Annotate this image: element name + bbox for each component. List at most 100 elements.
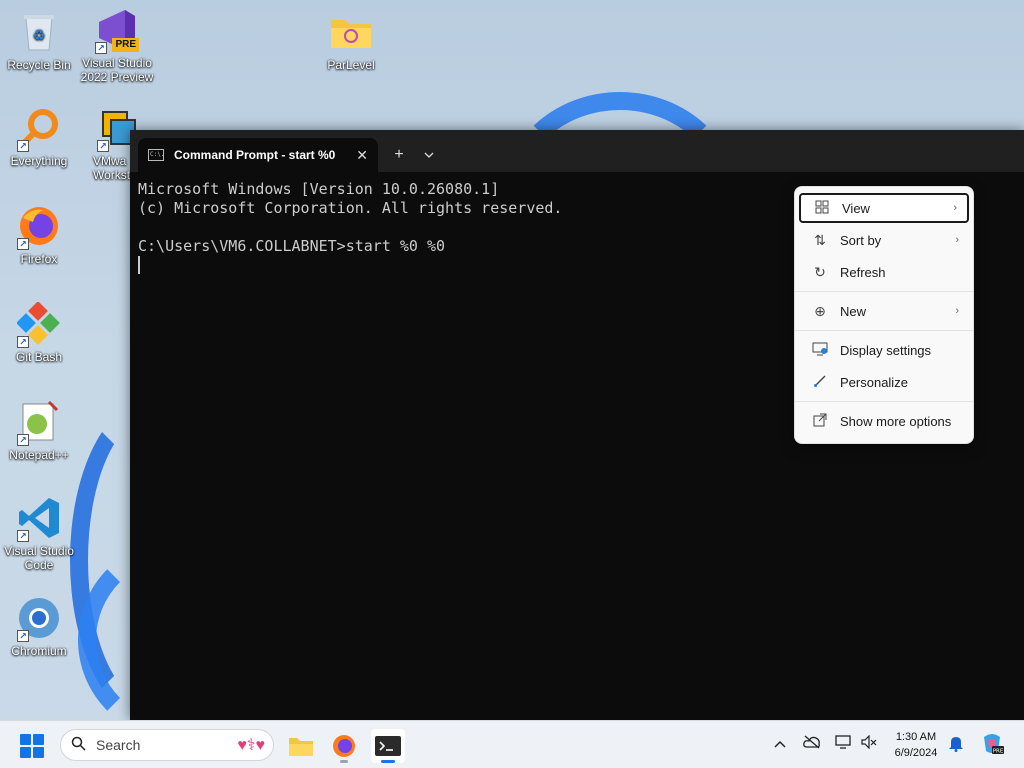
tab-dropdown-button[interactable] (414, 138, 444, 172)
visual-studio-icon: PRE ↗ (95, 8, 139, 54)
plus-circle-icon: ⊕ (814, 302, 826, 319)
open-external-icon (811, 413, 829, 430)
taskbar-file-explorer[interactable] (284, 729, 318, 763)
shortcut-arrow-icon: ↗ (17, 140, 29, 152)
tab-title: Command Prompt - start %0 (174, 148, 336, 162)
menu-item-personalize[interactable]: Personalize (799, 367, 969, 397)
search-icon (71, 736, 86, 755)
chevron-right-icon: › (955, 305, 959, 317)
git-bash-icon: ↗ (17, 302, 61, 348)
svg-text:♻: ♻ (33, 27, 46, 43)
desktop-icon-recycle-bin[interactable]: ♻ Recycle Bin (1, 10, 77, 72)
terminal-titlebar[interactable]: C:\. Command Prompt - start %0 ✕ + (130, 130, 1024, 172)
chevron-right-icon: › (953, 202, 957, 214)
menu-separator (795, 330, 973, 331)
close-tab-icon[interactable]: ✕ (356, 147, 368, 164)
desktop-icon-visual-studio-2022-preview[interactable]: PRE ↗ Visual Studio 2022 Preview (79, 8, 155, 84)
windows-logo-icon (20, 734, 31, 745)
copilot-icon[interactable]: PRE (980, 731, 1004, 758)
menu-item-label: Display settings (840, 342, 932, 358)
grid-icon (813, 200, 831, 217)
chevron-up-icon[interactable] (774, 735, 786, 751)
clock-date: 6/9/2024 (894, 747, 938, 759)
menu-item-label: Personalize (840, 374, 908, 390)
menu-item-refresh[interactable]: ↻ Refresh (799, 257, 969, 287)
recycle-bin-icon: ♻ (17, 10, 61, 54)
taskbar-clock[interactable]: 1:30 AM 6/9/2024 (884, 729, 948, 761)
desktop-icon-label: Everything (10, 154, 68, 168)
desktop-icon-visual-studio-code[interactable]: ↗ Visual Studio Code (1, 496, 77, 572)
menu-item-label: Refresh (840, 264, 886, 280)
desktop-icon-everything[interactable]: ↗ Everything (1, 106, 77, 168)
desktop-icon-parlevel[interactable]: ParLevel (313, 10, 389, 72)
menu-item-label: Show more options (840, 413, 952, 429)
taskbar-terminal[interactable] (371, 729, 405, 763)
running-indicator (381, 760, 395, 763)
menu-item-show-more-options[interactable]: Show more options (799, 406, 969, 436)
notification-bell-icon[interactable] (948, 734, 964, 755)
refresh-icon: ↻ (814, 263, 826, 280)
preview-badge: PRE (112, 38, 139, 52)
menu-item-label: New (840, 303, 867, 319)
terminal-icon (375, 736, 401, 756)
chevron-down-icon (424, 152, 434, 158)
shortcut-arrow-icon: ↗ (95, 42, 107, 54)
desktop-icon-label: Recycle Bin (7, 58, 71, 72)
menu-item-new[interactable]: ⊕ New › (799, 296, 969, 326)
network-icon[interactable] (835, 735, 853, 752)
desktop-context-menu[interactable]: View › ⇅ Sort by › ↻ Refresh ⊕ New › Dis… (794, 186, 974, 444)
display-icon (811, 342, 829, 359)
taskbar-firefox[interactable] (327, 729, 361, 763)
clock-time: 1:30 AM (895, 731, 937, 743)
folder-icon (329, 10, 373, 54)
folder-icon (289, 738, 313, 756)
desktop-icon-label: Visual Studio Code (4, 544, 74, 572)
menu-item-label: View (842, 200, 870, 216)
desktop-icon-label: Firefox (20, 252, 58, 266)
shortcut-arrow-icon: ↗ (17, 530, 29, 542)
menu-item-view[interactable]: View › (799, 193, 969, 223)
search-placeholder: Search (96, 737, 141, 753)
brush-icon (811, 374, 829, 391)
shortcut-arrow-icon: ↗ (17, 630, 29, 642)
desktop-icon-vmware-workstation[interactable]: ↗ VMwa Worksta (79, 106, 137, 182)
desktop-icon-firefox[interactable]: ↗ Firefox (1, 204, 77, 266)
desktop-icon-notepad-plus-plus[interactable]: ↗ Notepad++ (1, 400, 77, 462)
command-prompt-icon: C:\. (148, 149, 164, 161)
desktop-icon-label: Chromium (11, 644, 67, 658)
desktop-icon-git-bash[interactable]: ↗ Git Bash (1, 302, 77, 364)
desktop-icon-label: ParLevel (327, 58, 375, 72)
firefox-icon (333, 735, 355, 757)
shortcut-arrow-icon: ↗ (97, 140, 109, 152)
tab-command-prompt[interactable]: C:\. Command Prompt - start %0 ✕ (138, 138, 378, 172)
search-highlight-icon: ♥⚕♥ (237, 737, 265, 754)
new-tab-button[interactable]: + (384, 138, 414, 172)
taskbar-search-box[interactable]: Search ♥⚕♥ (60, 729, 274, 761)
everything-search-icon: ↗ (17, 106, 61, 152)
menu-separator (795, 291, 973, 292)
start-button[interactable] (20, 734, 44, 758)
shortcut-arrow-icon: ↗ (17, 434, 29, 446)
svg-text:PRE: PRE (993, 749, 1004, 755)
shortcut-arrow-icon: ↗ (17, 336, 29, 348)
sort-icon: ⇅ (814, 231, 826, 248)
taskbar: Search ♥⚕♥ 1:30 AM 6/9/2024 PRE (0, 720, 1024, 768)
chevron-right-icon: › (955, 234, 959, 246)
menu-item-display-settings[interactable]: Display settings (799, 335, 969, 365)
shortcut-arrow-icon: ↗ (17, 238, 29, 250)
desktop-icon-label: Notepad++ (9, 448, 69, 462)
running-indicator (340, 760, 348, 763)
menu-item-label: Sort by (840, 232, 882, 248)
vscode-icon: ↗ (17, 496, 61, 542)
firefox-icon: ↗ (17, 204, 61, 250)
desktop-icon-label: Git Bash (15, 350, 63, 364)
desktop-icon-label: Visual Studio 2022 Preview (80, 56, 154, 84)
menu-item-sort-by[interactable]: ⇅ Sort by › (799, 225, 969, 255)
chromium-icon: ↗ (17, 596, 61, 642)
menu-separator (795, 401, 973, 402)
desktop-icon-chromium[interactable]: ↗ Chromium (1, 596, 77, 658)
onedrive-offline-icon[interactable] (803, 735, 821, 752)
text-cursor (138, 256, 140, 274)
notepad-plus-plus-icon: ↗ (17, 400, 61, 446)
volume-muted-icon[interactable] (861, 734, 877, 752)
